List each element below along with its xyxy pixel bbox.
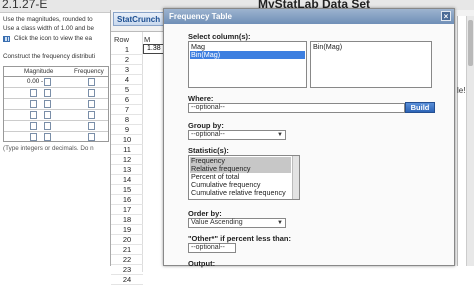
class-upper-input[interactable] — [44, 89, 51, 97]
selected-column-bin-mag[interactable]: Bin(Mag) — [312, 43, 342, 51]
row-number[interactable]: 6 — [111, 95, 143, 105]
row-number[interactable]: 11 — [111, 145, 143, 155]
available-columns-list[interactable]: Mag Bin(Mag) — [188, 41, 307, 88]
answer-format-note: (Type integers or decimals. Do n — [3, 145, 94, 152]
class-lower-input[interactable] — [30, 122, 37, 130]
frequency-input[interactable] — [88, 100, 95, 108]
row-number[interactable]: 22 — [111, 255, 143, 265]
frequency-input[interactable] — [88, 89, 95, 97]
row-number[interactable]: 12 — [111, 155, 143, 165]
where-label: Where: — [188, 94, 214, 103]
frequency-header: Frequency — [74, 68, 104, 75]
stat-option-cumulative-frequency[interactable]: Cumulative frequency — [190, 181, 261, 189]
dialog-title-bar: Frequency Table × — [164, 9, 454, 24]
table-row: 0.00 - — [4, 77, 108, 88]
frequency-input[interactable] — [88, 111, 95, 119]
data-table-icon[interactable] — [3, 36, 10, 42]
row-number[interactable]: 23 — [111, 265, 143, 275]
statistics-scrollbar[interactable] — [292, 156, 299, 199]
row-number[interactable]: 4 — [111, 75, 143, 85]
class-lower-input[interactable] — [30, 100, 37, 108]
group-by-select[interactable]: --optional-- ▼ — [188, 130, 286, 140]
class-lower-input[interactable] — [30, 89, 37, 97]
output-label: Output: — [188, 259, 216, 268]
dialog-title: Frequency Table — [169, 12, 232, 21]
table-row — [4, 88, 108, 99]
scrollbar-thumb[interactable] — [468, 20, 473, 66]
data-sheet: Row M 1 2 3 4 5 6 7 8 9 10 11 12 13 14 15 16 17 18 19 20 21 2… — [111, 31, 167, 285]
column-option-bin-mag[interactable]: Bin(Mag) — [190, 51, 305, 59]
chevron-down-icon: ▼ — [277, 220, 283, 226]
row-number[interactable]: 10 — [111, 135, 143, 145]
chevron-down-icon: ▼ — [277, 132, 283, 138]
table-row — [4, 99, 108, 110]
vertical-scrollbar[interactable] — [466, 16, 474, 266]
row-header: Row — [114, 35, 130, 44]
row-number[interactable]: 13 — [111, 165, 143, 175]
column-header-mag[interactable]: M — [144, 35, 150, 44]
close-icon[interactable]: × — [441, 11, 451, 21]
row-number[interactable]: 19 — [111, 225, 143, 235]
row-number[interactable]: 21 — [111, 245, 143, 255]
instruction-line-3[interactable]: Click the icon to view the ea — [14, 35, 92, 42]
row-number[interactable]: 1 — [111, 45, 143, 55]
class-lower-input[interactable] — [30, 111, 37, 119]
row-number[interactable]: 8 — [111, 115, 143, 125]
frequency-input[interactable] — [88, 78, 95, 86]
instruction-line-1: Use the magnitudes, rounded to — [3, 16, 93, 23]
row-number[interactable]: 7 — [111, 105, 143, 115]
class-upper-input[interactable] — [44, 111, 51, 119]
order-by-label: Order by: — [188, 209, 222, 218]
row-number[interactable]: 14 — [111, 175, 143, 185]
other-percent-input[interactable]: --optional-- — [188, 243, 236, 253]
row-number[interactable]: 20 — [111, 235, 143, 245]
row-number[interactable]: 24 — [111, 275, 143, 285]
table-row — [4, 121, 108, 132]
row-number[interactable]: 5 — [111, 85, 143, 95]
table-row — [4, 110, 108, 121]
group-by-label: Group by: — [188, 121, 224, 130]
order-by-select[interactable]: Value Ascending ▼ — [188, 218, 286, 228]
frequency-answer-table: Magnitude Frequency 0.00 - — [3, 66, 109, 142]
first-class-lower: 0.00 - — [27, 78, 44, 85]
where-input[interactable]: --optional-- — [188, 103, 405, 113]
statcrunch-tab-label: StatCrunch — [117, 15, 161, 24]
instruction-line-2: Use a class width of 1.00 and be — [3, 25, 95, 32]
class-upper-input[interactable] — [44, 100, 51, 108]
exercise-id: 2.1.27-E — [2, 0, 48, 11]
table-header: Magnitude Frequency — [4, 67, 108, 77]
build-button[interactable]: Build — [405, 102, 435, 113]
statistics-list[interactable]: Frequency Relative frequency Percent of … — [188, 155, 300, 200]
row-number[interactable]: 17 — [111, 205, 143, 215]
group-by-value: --optional-- — [191, 131, 225, 138]
row-number[interactable]: 18 — [111, 215, 143, 225]
background-text-fragment: le! — [457, 86, 466, 95]
class-lower-input[interactable] — [30, 133, 37, 141]
statistics-label: Statistic(s): — [188, 146, 229, 155]
other-percent-label: "Other*" if percent less than: — [188, 234, 291, 243]
table-row — [4, 132, 108, 143]
class-upper-input[interactable] — [44, 122, 51, 130]
row-number[interactable]: 15 — [111, 185, 143, 195]
stat-option-cumulative-relative-frequency[interactable]: Cumulative relative frequency — [190, 189, 291, 197]
row-number[interactable]: 3 — [111, 65, 143, 75]
frequency-input[interactable] — [88, 133, 95, 141]
selected-columns-list[interactable]: Bin(Mag) — [310, 41, 432, 88]
frequency-input[interactable] — [88, 122, 95, 130]
instruction-line-4: Construct the frequency distributi — [3, 53, 96, 60]
class-upper-input[interactable] — [44, 78, 51, 86]
frequency-table-dialog: Frequency Table × Select column(s): Mag … — [163, 8, 455, 268]
statcrunch-tab[interactable]: StatCrunch — [113, 10, 169, 26]
row-number[interactable]: 9 — [111, 125, 143, 135]
order-by-value: Value Ascending — [191, 219, 243, 226]
class-upper-input[interactable] — [44, 133, 51, 141]
select-columns-label: Select column(s): — [188, 32, 251, 41]
row-number[interactable]: 16 — [111, 195, 143, 205]
background-window-edge — [457, 16, 466, 266]
magnitude-header: Magnitude — [24, 68, 54, 75]
row-number[interactable]: 2 — [111, 55, 143, 65]
